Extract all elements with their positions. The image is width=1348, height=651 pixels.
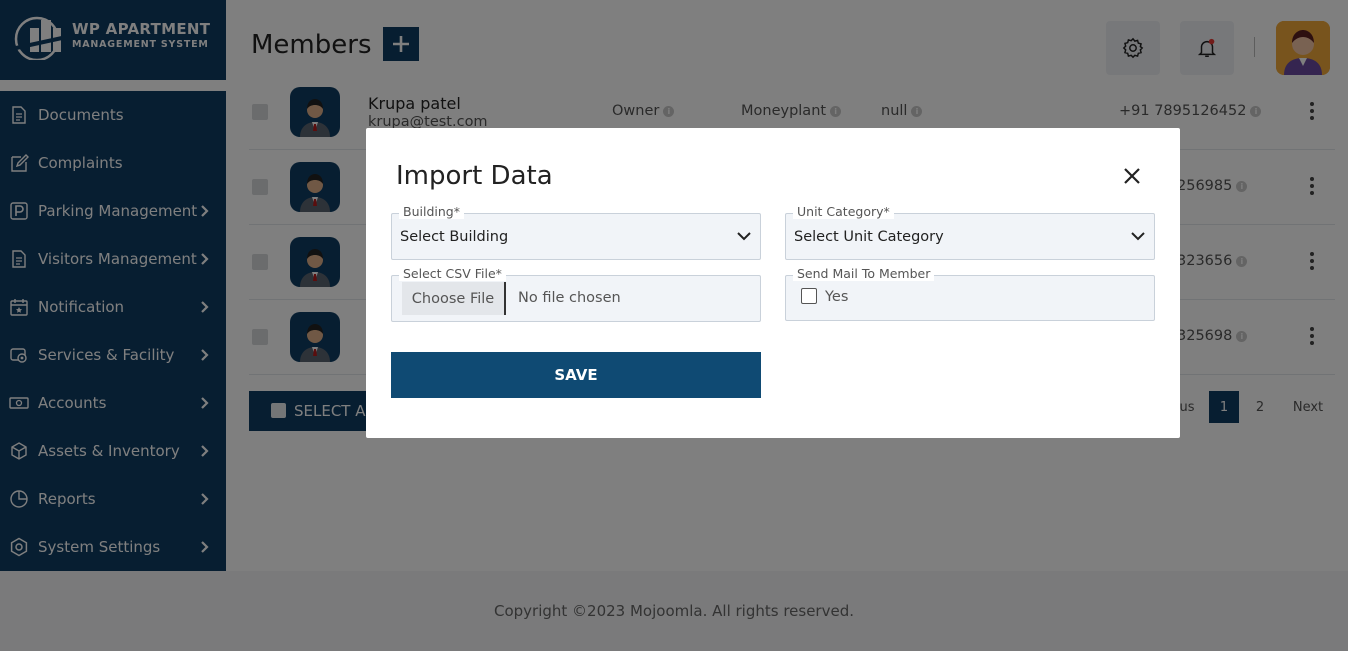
building-select[interactable]: Building* Select Building [391,204,761,260]
send-mail-option[interactable]: Yes [825,289,848,305]
chevron-down-icon [737,232,751,241]
csv-file-input[interactable]: Select CSV File* Choose File No file cho… [391,266,761,322]
unit-category-label: Unit Category* [793,204,894,219]
csv-file-label: Select CSV File* [399,266,506,281]
import-data-modal: Import Data Building* Select Building Un… [366,128,1180,438]
send-mail-checkbox[interactable] [801,288,817,304]
modal-title: Import Data [396,161,553,191]
file-status: No file chosen [518,290,621,306]
choose-file-button[interactable]: Choose File [402,282,506,315]
unit-category-value: Select Unit Category [794,229,944,245]
chevron-down-icon [1131,232,1145,241]
building-value: Select Building [400,229,509,245]
save-button[interactable]: SAVE [391,352,761,398]
close-icon[interactable] [1122,166,1142,186]
send-mail-field: Send Mail To Member Yes [785,266,1155,321]
send-mail-label: Send Mail To Member [793,266,935,281]
unit-category-select[interactable]: Unit Category* Select Unit Category [785,204,1155,260]
building-label: Building* [399,204,464,219]
